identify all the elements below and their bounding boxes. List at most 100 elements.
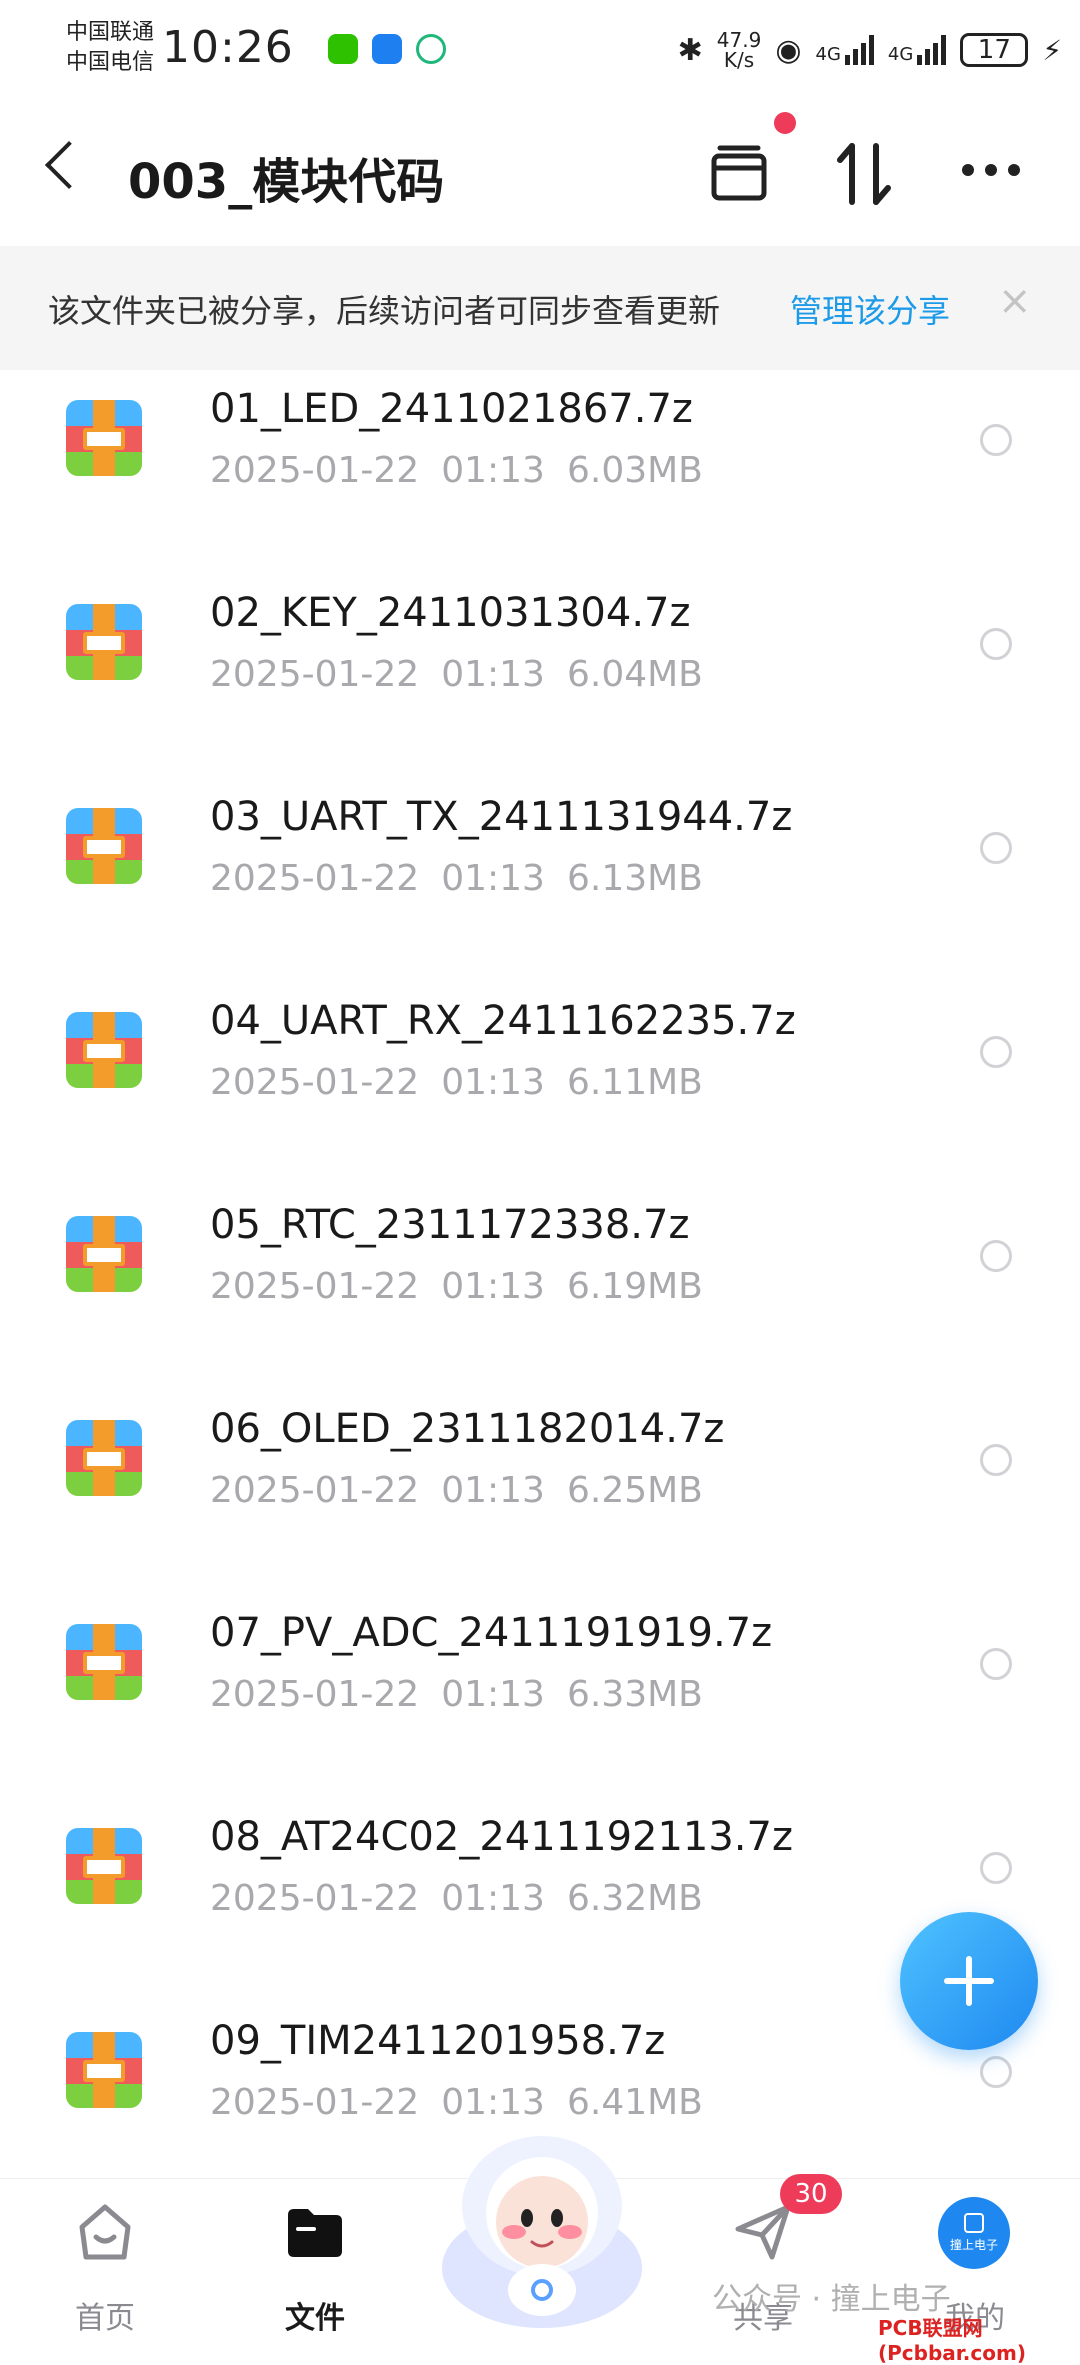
manage-share-link[interactable]: 管理该分享 <box>790 286 950 332</box>
list-item[interactable]: 01_LED_2411021867.7z 2025-01-22 01:13 6.03M… <box>0 370 1080 574</box>
file-name: 08_AT24C02_2411192113.7z <box>210 1814 793 1860</box>
file-time: 01:13 <box>441 654 545 695</box>
carrier-info: 中国联通 中国电信 <box>66 18 154 78</box>
archive-box-icon[interactable] <box>708 142 770 204</box>
sync-app-icon <box>416 34 446 64</box>
share-badge: 30 <box>780 2174 842 2214</box>
select-radio[interactable] <box>980 832 1012 864</box>
file-date: 2025-01-22 <box>210 1674 420 1715</box>
select-radio[interactable] <box>980 1648 1012 1680</box>
nav-home[interactable]: 首页 <box>30 2179 180 2341</box>
app-u-icon <box>372 34 402 64</box>
file-date: 2025-01-22 <box>210 858 420 899</box>
hotspot-icon: ◉ <box>775 32 802 68</box>
watermark-site: PCB联盟网 (Pcbbar.com) <box>878 2316 1026 2365</box>
file-size: 6.11MB <box>566 1062 703 1103</box>
file-name: 04_UART_RX_2411162235.7z <box>210 998 796 1044</box>
file-time: 01:13 <box>441 1674 545 1715</box>
system-indicators: ✱ 47.9 K/s ◉ 4G 4G 17 ⚡ <box>678 30 1062 70</box>
file-meta: 2025-01-22 01:13 6.25MB <box>210 1470 725 1511</box>
select-radio[interactable] <box>980 1036 1012 1068</box>
select-radio[interactable] <box>980 424 1012 456</box>
avatar: 撞上电子 <box>938 2197 1010 2269</box>
file-meta: 2025-01-22 01:13 6.41MB <box>210 2082 725 2123</box>
file-time: 01:13 <box>441 1470 545 1511</box>
nav-home-label: 首页 <box>75 2301 135 2336</box>
mascot-assistant-icon[interactable] <box>432 2118 652 2328</box>
archive-file-icon <box>66 1828 142 1904</box>
select-radio[interactable] <box>980 1852 1012 1884</box>
send-icon <box>735 2204 791 2260</box>
archive-file-icon <box>66 1420 142 1496</box>
select-radio[interactable] <box>980 1444 1012 1476</box>
file-size: 6.32MB <box>566 1878 703 1919</box>
file-size: 6.41MB <box>566 2082 703 2123</box>
avatar-logo-icon <box>964 2213 984 2233</box>
archive-file-icon <box>66 604 142 680</box>
file-time: 01:13 <box>441 858 545 899</box>
file-name: 07_PV_ADC_2411191919.7z <box>210 1610 773 1656</box>
select-radio[interactable] <box>980 628 1012 660</box>
archive-file-icon <box>66 1216 142 1292</box>
file-meta: 2025-01-22 01:13 6.32MB <box>210 1878 725 1919</box>
list-item[interactable]: 05_RTC_2311172338.7z 2025-01-22 01:13 6.19M… <box>0 1186 1080 1390</box>
signal-bars-2-icon <box>917 35 947 65</box>
select-radio[interactable] <box>980 2056 1012 2088</box>
file-size: 6.03MB <box>566 450 703 491</box>
carrier-1: 中国联通 <box>66 20 155 45</box>
page-title: 003_模块代码 <box>128 154 445 210</box>
net-type-2: 4G <box>887 44 914 65</box>
file-meta: 2025-01-22 01:13 6.19MB <box>210 1266 725 1307</box>
net-type-1: 4G <box>815 44 841 65</box>
select-radio[interactable] <box>980 1240 1012 1272</box>
net-speed-unit: K/s <box>723 48 755 72</box>
list-item[interactable]: 02_KEY_2411031304.7z 2025-01-22 01:13 6.04M… <box>0 574 1080 778</box>
archive-file-icon <box>66 808 142 884</box>
file-meta: 2025-01-22 01:13 6.03MB <box>210 450 725 491</box>
file-date: 2025-01-22 <box>210 654 420 695</box>
file-time: 01:13 <box>441 1266 545 1307</box>
file-name: 03_UART_TX_2411131944.7z <box>210 794 793 840</box>
nav-files[interactable]: 文件 <box>240 2179 390 2341</box>
title-bar: 003_模块代码 <box>0 100 1080 246</box>
file-date: 2025-01-22 <box>210 1878 420 1919</box>
signal-2: 4G <box>887 35 947 65</box>
file-date: 2025-01-22 <box>210 1266 420 1307</box>
archive-file-icon <box>66 2032 142 2108</box>
more-options-icon[interactable] <box>960 162 1022 178</box>
close-icon[interactable]: × <box>998 278 1032 324</box>
file-name: 01_LED_2411021867.7z <box>210 386 693 432</box>
bluetooth-icon: ✱ <box>677 32 703 68</box>
file-meta: 2025-01-22 01:13 6.33MB <box>210 1674 725 1715</box>
file-time: 01:13 <box>441 1878 545 1919</box>
sort-icon[interactable] <box>836 142 892 206</box>
file-name: 02_KEY_2411031304.7z <box>210 590 691 636</box>
notification-dot <box>774 112 796 134</box>
file-size: 6.04MB <box>566 654 703 695</box>
file-time: 01:13 <box>441 1062 545 1103</box>
folder-icon <box>288 2209 342 2257</box>
list-item[interactable]: 06_OLED_2311182014.7z 2025-01-22 01:13 6.25… <box>0 1390 1080 1594</box>
file-name: 05_RTC_2311172338.7z <box>210 1202 690 1248</box>
share-banner: 该文件夹已被分享，后续访问者可同步查看更新 管理该分享 × <box>0 246 1080 370</box>
file-size: 6.25MB <box>566 1470 703 1511</box>
list-item[interactable]: 03_UART_TX_2411131944.7z 2025-01-22 01:13 6… <box>0 778 1080 982</box>
back-icon[interactable] <box>44 140 94 190</box>
file-name: 06_OLED_2311182014.7z <box>210 1406 725 1452</box>
add-button[interactable] <box>900 1912 1038 2050</box>
archive-file-icon <box>66 1012 142 1088</box>
notification-icons <box>328 34 446 64</box>
file-meta: 2025-01-22 01:13 6.04MB <box>210 654 725 695</box>
list-item[interactable]: 07_PV_ADC_2411191919.7z 2025-01-22 01:13 6.… <box>0 1594 1080 1798</box>
carrier-2: 中国电信 <box>66 50 155 75</box>
signal-bars-1-icon <box>844 35 874 65</box>
avatar-text: 撞上电子 <box>949 2238 998 2252</box>
charging-icon: ⚡ <box>1042 33 1062 67</box>
list-item[interactable]: 04_UART_RX_2411162235.7z 2025-01-22 01:13 6… <box>0 982 1080 1186</box>
net-speed: 47.9 K/s <box>717 30 762 70</box>
file-time: 01:13 <box>441 450 545 491</box>
file-size: 6.19MB <box>566 1266 703 1307</box>
file-date: 2025-01-22 <box>210 1470 420 1511</box>
status-bar: 中国联通 中国电信 10:26 ✱ 47.9 K/s ◉ 4G 4G 17 ⚡ <box>0 0 1080 100</box>
archive-file-icon <box>66 1624 142 1700</box>
